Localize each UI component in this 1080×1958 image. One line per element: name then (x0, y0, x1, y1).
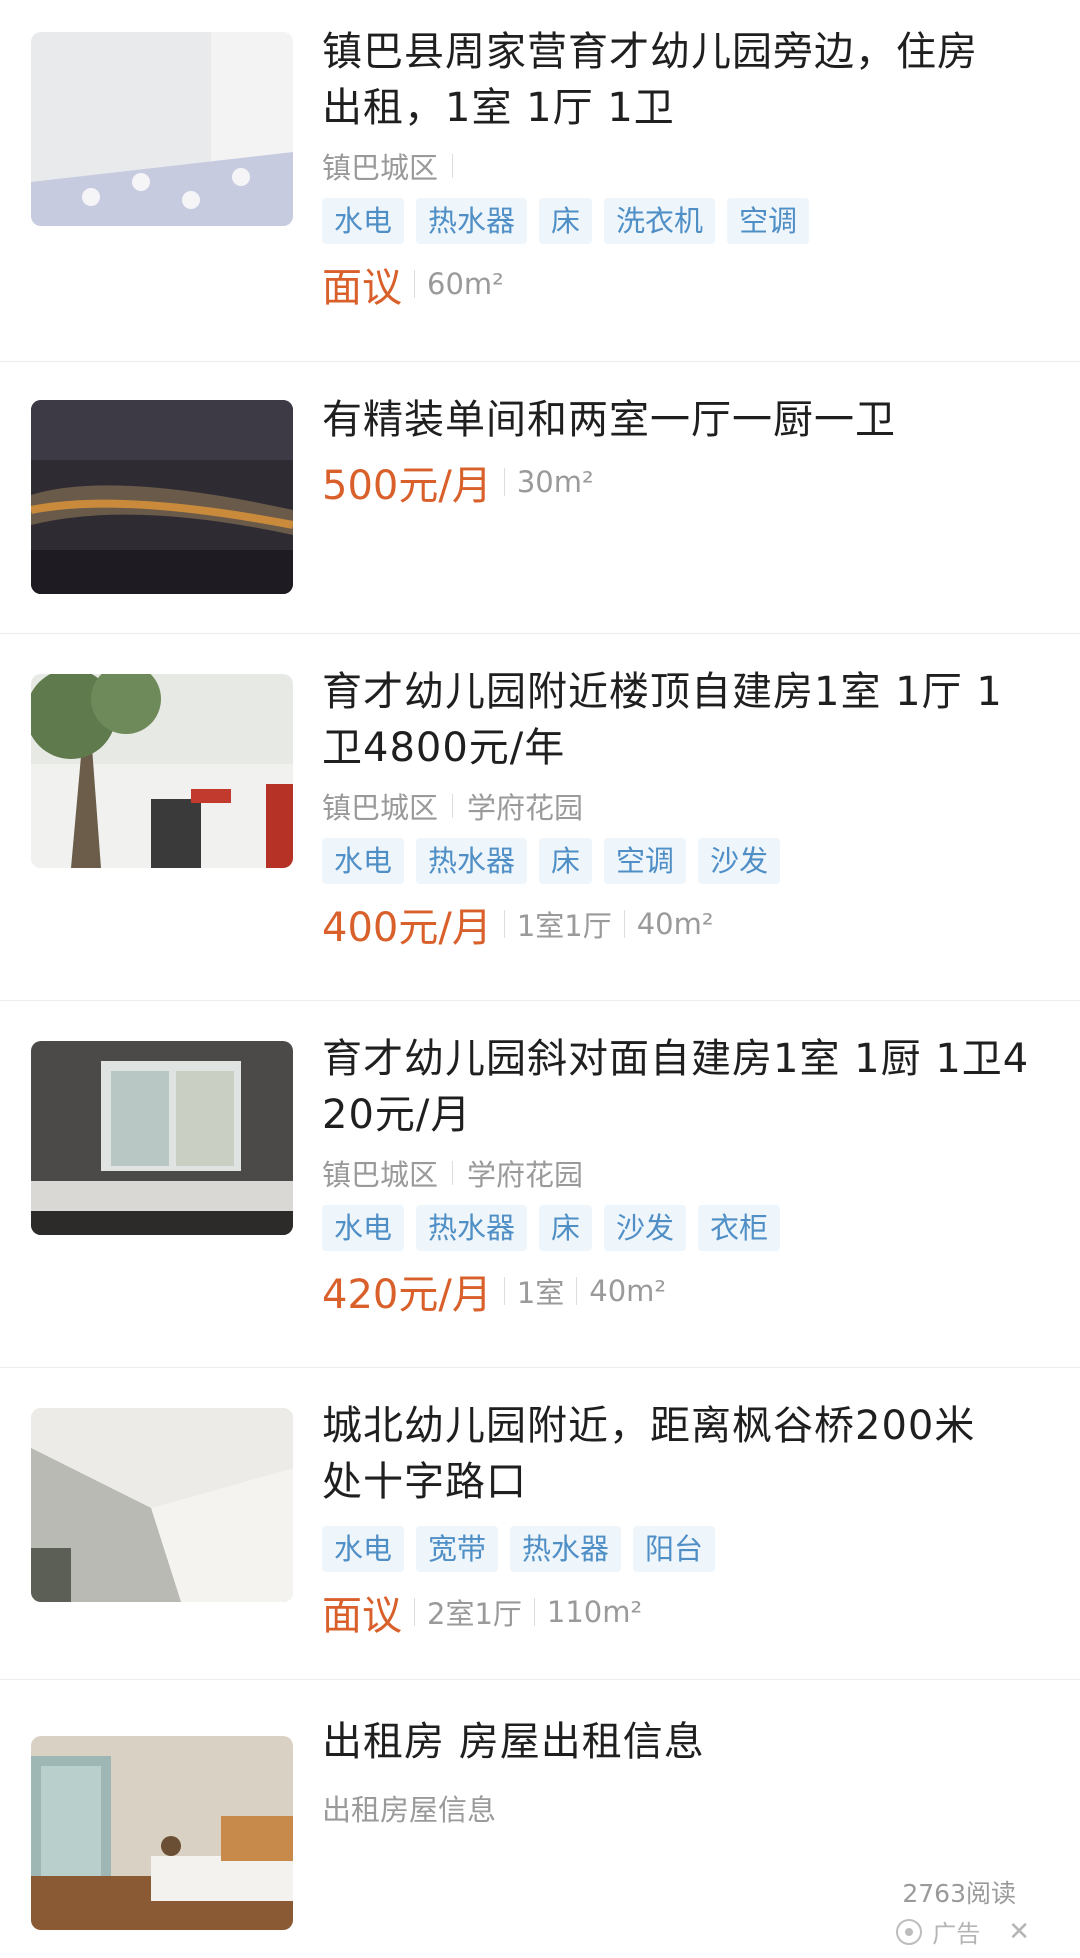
price-row: 面议 2室1厅 110m² (322, 1584, 1050, 1640)
listing-title[interactable]: 城北幼儿园附近，距离枫谷桥200米 处十字路口 (322, 1398, 1050, 1510)
listing-location: 镇巴城区 学府花园 (322, 1153, 1050, 1193)
amenity-tag: 阳台 (633, 1526, 716, 1572)
listing-area: 110m² (546, 1595, 643, 1629)
listing-card[interactable]: 镇巴县周家营育才幼儿园旁边，住房 出租，1室 1厅 1卫 镇巴城区 水电 热水器… (0, 0, 1080, 362)
amenity-tags: 水电 热水器 床 洗衣机 空调 (322, 198, 1050, 244)
listing-layout: 2室1厅 (427, 1597, 522, 1631)
amenity-tag: 床 (539, 838, 593, 884)
listing-community: 学府花园 (467, 1158, 584, 1192)
amenity-tags: 水电 宽带 热水器 阳台 (322, 1526, 1050, 1572)
listing-photo[interactable] (31, 674, 293, 868)
listing-title[interactable]: 有精装单间和两室一厅一厨一卫 (322, 392, 1050, 448)
listing-photo[interactable] (31, 1041, 293, 1235)
listing-area: 40m² (589, 1274, 667, 1308)
price-row: 420元/月 1室 40m² (322, 1263, 1050, 1319)
listing-photo[interactable] (31, 1408, 293, 1602)
listing-subtitle: 出租房屋信息 (322, 1793, 497, 1827)
read-count: 2763阅读 (902, 1879, 1016, 1908)
listing-price: 面议 (322, 1593, 402, 1639)
amenity-tag: 空调 (727, 198, 810, 244)
listing-photo[interactable] (31, 400, 293, 594)
ad-label: 广告 (932, 1920, 981, 1948)
amenity-tag: 沙发 (604, 1205, 687, 1251)
amenity-tag: 热水器 (416, 838, 528, 884)
amenity-tag: 水电 (322, 838, 405, 884)
ad-label-row: 广告 ✕ (896, 1914, 1030, 1949)
listing-area: 60m² (427, 267, 504, 301)
listing-location: 镇巴城区 (322, 146, 1050, 186)
listing-location: 镇巴城区 学府花园 (322, 786, 1050, 826)
listing-price: 500元/月 (322, 463, 492, 509)
listing-card[interactable]: 育才幼儿园斜对面自建房1室 1厨 1卫4 20元/月 镇巴城区 学府花园 水电 … (0, 1001, 1080, 1368)
amenity-tag: 热水器 (416, 198, 528, 244)
listing-layout: 1室1厅 (516, 909, 612, 943)
amenity-tag: 热水器 (510, 1526, 622, 1572)
amenity-tag: 水电 (322, 1526, 405, 1572)
listing-title[interactable]: 育才幼儿园斜对面自建房1室 1厨 1卫4 20元/月 (322, 1031, 1050, 1143)
price-row: 面议 60m² (322, 256, 1050, 312)
listing-area: 30m² (516, 465, 594, 499)
amenity-tag: 衣柜 (698, 1205, 781, 1251)
amenity-tag: 水电 (322, 1205, 405, 1251)
listing-price: 400元/月 (322, 905, 492, 951)
ad-icon (896, 1918, 923, 1945)
amenity-tags: 水电 热水器 床 沙发 衣柜 (322, 1205, 1050, 1251)
listing-card[interactable]: 城北幼儿园附近，距离枫谷桥200米 处十字路口 水电 宽带 热水器 阳台 面议 … (0, 1368, 1080, 1680)
listing-card[interactable]: 育才幼儿园附近楼顶自建房1室 1厅 1 卫4800元/年 镇巴城区 学府花园 水… (0, 634, 1080, 1001)
amenity-tag: 空调 (604, 838, 687, 884)
amenity-tag: 水电 (322, 198, 405, 244)
listing-community: 学府花园 (467, 791, 584, 825)
close-icon[interactable]: ✕ (1008, 1917, 1030, 1947)
listing-title[interactable]: 出租房 房屋出租信息 (322, 1714, 1050, 1770)
price-row: 500元/月 30m² (322, 454, 1050, 510)
listing-area: 40m² (636, 907, 714, 941)
amenity-tag: 床 (539, 198, 593, 244)
amenity-tags: 水电 热水器 床 空调 沙发 (322, 838, 1050, 884)
listing-layout: 1室 (516, 1276, 565, 1310)
amenity-tag: 床 (539, 1205, 593, 1251)
listing-price: 面议 (322, 265, 402, 311)
price-row: 400元/月 1室1厅 40m² (322, 896, 1050, 952)
listing-price: 420元/月 (322, 1272, 492, 1318)
listing-photo[interactable] (31, 1736, 293, 1930)
amenity-tag: 热水器 (416, 1205, 528, 1251)
amenity-tag: 沙发 (698, 838, 781, 884)
listing-title[interactable]: 镇巴县周家营育才幼儿园旁边，住房 出租，1室 1厅 1卫 (322, 24, 1050, 136)
listing-card[interactable]: 有精装单间和两室一厅一厨一卫 500元/月 30m² (0, 362, 1080, 634)
amenity-tag: 洗衣机 (604, 198, 716, 244)
amenity-tag: 宽带 (416, 1526, 499, 1572)
listing-title[interactable]: 育才幼儿园附近楼顶自建房1室 1厅 1 卫4800元/年 (322, 664, 1050, 776)
listing-photo[interactable] (31, 32, 293, 226)
